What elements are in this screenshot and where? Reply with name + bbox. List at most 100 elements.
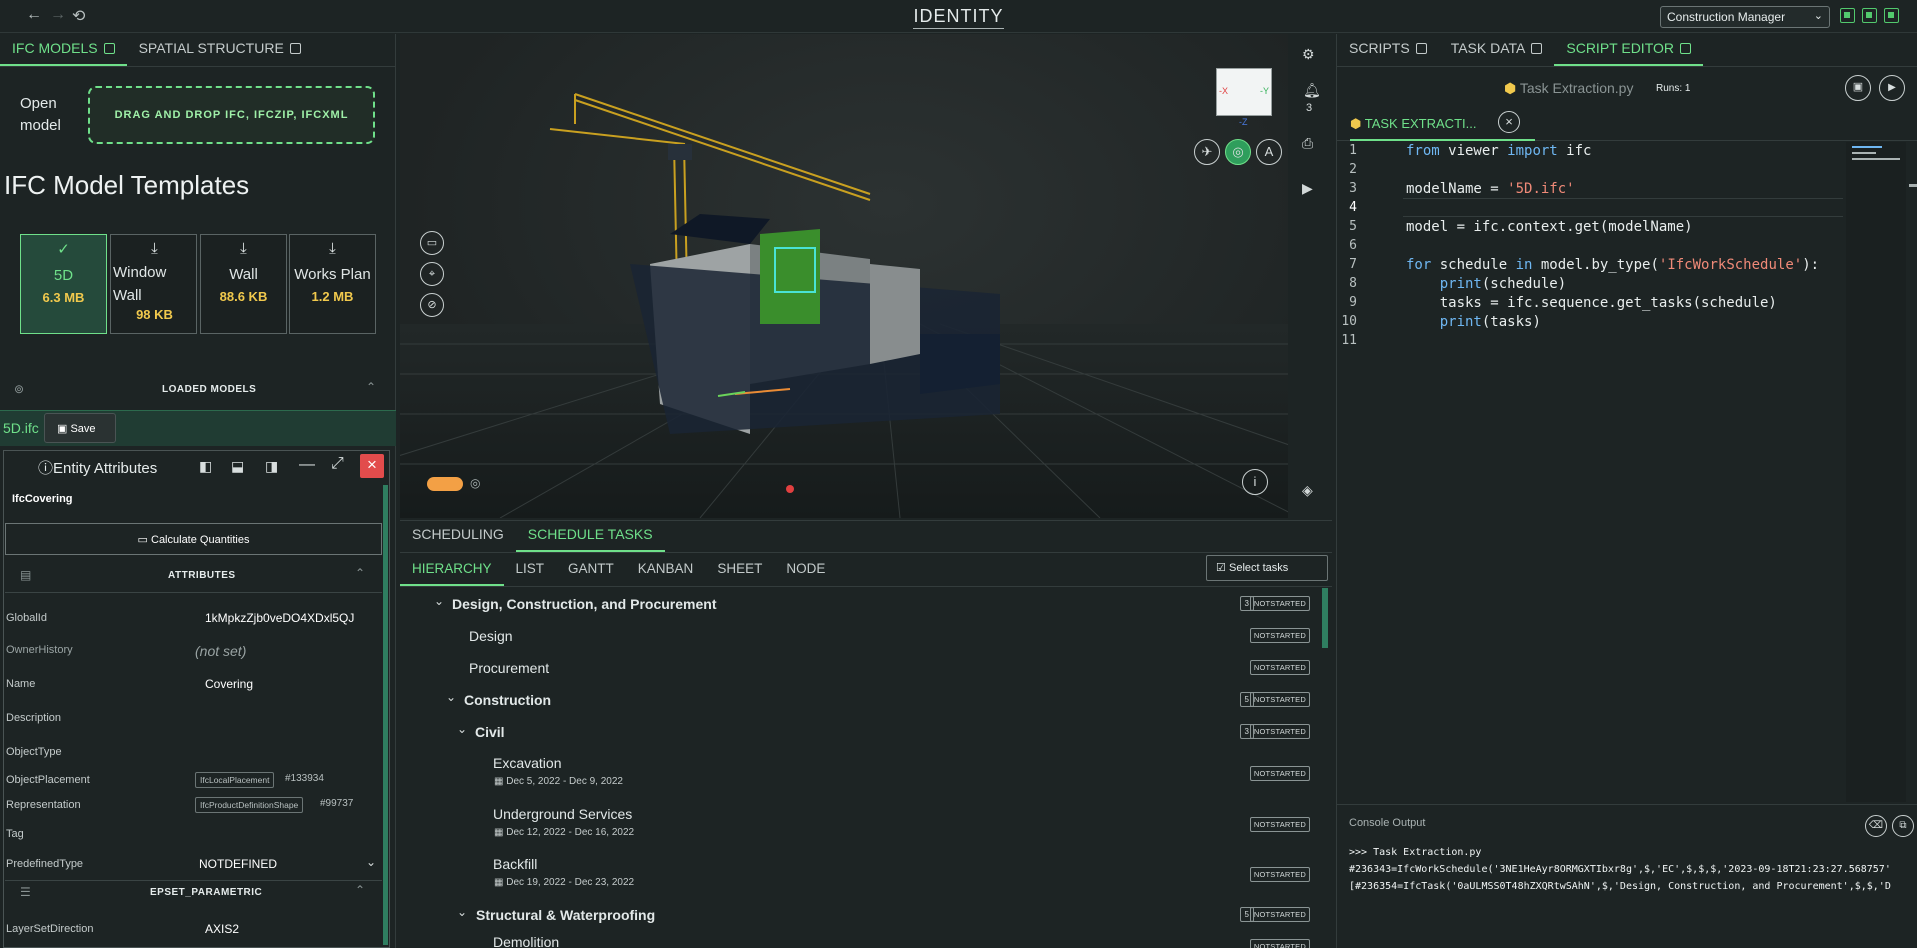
- save-script-icon[interactable]: ▣: [1845, 75, 1871, 101]
- dock-right-icon[interactable]: ◨: [265, 458, 278, 475]
- view-cube[interactable]: -X -Y -Z: [1216, 68, 1272, 127]
- task-row[interactable]: ⌄ Civil 3 NOTSTARTED: [400, 716, 1324, 748]
- tab-kanban[interactable]: KANBAN: [626, 561, 706, 586]
- run-script-icon[interactable]: ▶: [1879, 75, 1905, 101]
- select-tasks-button[interactable]: ☑ Select tasks: [1206, 555, 1328, 581]
- runs-count: Runs: 1: [1656, 83, 1691, 94]
- chevron-up-icon[interactable]: ⌃: [355, 883, 365, 897]
- python-icon: ⬢: [1504, 80, 1520, 96]
- task-row[interactable]: Underground Services ▦ Dec 12, 2022 - Dec…: [400, 799, 1324, 849]
- tab-gantt[interactable]: GANTT: [556, 561, 626, 586]
- layout-left-icon[interactable]: [1840, 8, 1855, 23]
- template-name: Window Wall: [113, 264, 167, 304]
- dropzone[interactable]: DRAG AND DROP IFC, IFCZIP, IFCXML: [88, 86, 375, 144]
- tab-hierarchy[interactable]: HIERARCHY: [400, 561, 504, 586]
- minimize-icon[interactable]: —: [299, 456, 315, 474]
- tab-scripts[interactable]: SCRIPTS: [1337, 40, 1439, 66]
- task-row[interactable]: Demolition NOTSTARTED: [400, 933, 1324, 948]
- template-card[interactable]: ⤓ Works Plan 1.2 MB: [289, 234, 376, 334]
- template-card[interactable]: ⤓ Window Wall 98 KB: [110, 234, 197, 334]
- layout-right-icon[interactable]: [1884, 8, 1899, 23]
- navigate-icon[interactable]: A: [1256, 139, 1282, 165]
- task-row[interactable]: ⌄ Design, Construction, and Procurement 3 N…: [400, 588, 1324, 620]
- layout-center-icon[interactable]: [1862, 8, 1877, 23]
- tab-task-data[interactable]: TASK DATA: [1439, 40, 1555, 66]
- task-row[interactable]: Procurement NOTSTARTED: [400, 652, 1324, 684]
- task-row[interactable]: ⌄ Construction 5 NOTSTARTED: [400, 684, 1324, 716]
- tab-ifc-models[interactable]: IFC MODELS: [0, 40, 127, 66]
- copy-console-icon[interactable]: ⧉: [1892, 815, 1914, 837]
- app-title: IDENTITY: [0, 6, 1917, 29]
- dock-left-icon[interactable]: ◧: [199, 458, 212, 475]
- role-select[interactable]: Construction Manager ⌄: [1660, 6, 1830, 28]
- orbit-icon[interactable]: ◎: [1225, 139, 1251, 165]
- template-card[interactable]: ✓ 5D 6.3 MB: [20, 234, 107, 334]
- play-icon[interactable]: ▶: [1302, 180, 1313, 197]
- close-icon[interactable]: ×: [360, 454, 384, 478]
- chevron-down-icon[interactable]: ⌄: [457, 722, 467, 736]
- task-row[interactable]: Design NOTSTARTED: [400, 620, 1324, 652]
- info-icon[interactable]: i: [1242, 469, 1268, 495]
- attribute-row: Tag: [6, 828, 24, 840]
- ruler-icon[interactable]: ▭: [420, 231, 444, 255]
- left-tabs: IFC MODELS SPATIAL STRUCTURE: [0, 34, 395, 67]
- dock-bottom-icon[interactable]: ⬓: [231, 458, 244, 475]
- layers-icon[interactable]: ◈: [1302, 482, 1313, 499]
- entity-attributes-title: ⓘEntity Attributes: [38, 460, 158, 477]
- save-button[interactable]: ▣ Save: [44, 413, 116, 443]
- chevron-down-icon[interactable]: ⌄: [457, 905, 467, 919]
- focus-icon[interactable]: ⌖: [420, 262, 444, 286]
- task-row[interactable]: Backfill ▦ Dec 19, 2022 - Dec 23, 2022 NOT…: [400, 849, 1324, 899]
- chevron-up-icon[interactable]: ⌃: [355, 566, 365, 580]
- save-icon: ▣: [57, 423, 71, 435]
- chevron-down-icon[interactable]: ⌄: [446, 690, 456, 704]
- divider: [5, 880, 382, 881]
- scrollbar[interactable]: [1909, 184, 1917, 187]
- tab-node[interactable]: NODE: [774, 561, 837, 586]
- template-name: Works Plan: [294, 266, 371, 283]
- plane-icon[interactable]: ✈: [1194, 139, 1220, 165]
- template-card[interactable]: ⤓ Wall 88.6 KB: [200, 234, 287, 334]
- code-minimap[interactable]: [1846, 142, 1906, 802]
- chevron-up-icon[interactable]: ⌃: [366, 380, 376, 394]
- tab-sheet[interactable]: SHEET: [705, 561, 774, 586]
- maximize-icon[interactable]: ⤢: [331, 455, 344, 473]
- chevron-down-icon[interactable]: ⌄: [434, 594, 444, 608]
- tab-scheduling[interactable]: SCHEDULING: [400, 526, 516, 552]
- entity-chip[interactable]: IfcProductDefinitionShape: [195, 797, 304, 813]
- tab-list[interactable]: LIST: [504, 561, 557, 586]
- clear-console-icon[interactable]: ⌫: [1865, 815, 1887, 837]
- template-size: 1.2 MB: [311, 289, 354, 304]
- download-icon: ⤓: [240, 240, 247, 257]
- template-name: Wall: [229, 266, 258, 283]
- entity-chip[interactable]: IfcLocalPlacement: [195, 772, 275, 788]
- toggle-switch[interactable]: [427, 477, 463, 491]
- loaded-model-name[interactable]: 5D.ifc: [3, 420, 39, 436]
- close-tab-icon[interactable]: ×: [1498, 111, 1520, 133]
- tab-spatial-structure[interactable]: SPATIAL STRUCTURE: [127, 40, 313, 66]
- scrollbar[interactable]: [383, 485, 388, 945]
- target-icon[interactable]: ◎: [470, 476, 480, 490]
- console-panel: Console Output ⌫ ⧉ >>> Task Extraction.p…: [1337, 804, 1917, 948]
- bell-icon[interactable]: 🔔︎: [1303, 82, 1321, 99]
- task-row[interactable]: ⌄ Structural & Waterproofing 5 NOTSTARTED: [400, 899, 1324, 931]
- predefined-type-select[interactable]: NOTDEFINED: [199, 857, 277, 871]
- tab-schedule-tasks[interactable]: SCHEDULE TASKS: [515, 526, 665, 552]
- model-scene: [199, 93, 1501, 519]
- loaded-models-label: LOADED MODELS: [162, 384, 257, 395]
- hide-icon[interactable]: ⊘: [420, 293, 444, 317]
- chevron-down-icon[interactable]: ⌄: [366, 855, 376, 869]
- task-row[interactable]: Excavation ▦ Dec 5, 2022 - Dec 9, 2022 NOT…: [400, 748, 1324, 798]
- calculate-quantities-button[interactable]: ▭ Calculate Quantities: [5, 523, 382, 555]
- camera-icon[interactable]: ⎙: [1302, 135, 1313, 152]
- pset-label: EPSET_PARAMETRIC: [150, 887, 263, 898]
- gear-icon[interactable]: ⚙: [1302, 46, 1315, 63]
- console-title: Console Output: [1349, 817, 1426, 829]
- code-editor[interactable]: 1 from viewer import ifc 2 3 modelName = '…: [1337, 140, 1847, 400]
- attributes-label: ATTRIBUTES: [168, 570, 236, 581]
- tab-script-editor[interactable]: SCRIPT EDITOR: [1554, 40, 1703, 66]
- entity-class: IfcCovering: [12, 493, 73, 505]
- 3d-viewport[interactable]: [199, 34, 1501, 519]
- console-line: #236343=IfcWorkSchedule('3NE1HeAyr8ORMGX…: [1349, 864, 1891, 875]
- template-name: 5D: [53, 267, 74, 284]
